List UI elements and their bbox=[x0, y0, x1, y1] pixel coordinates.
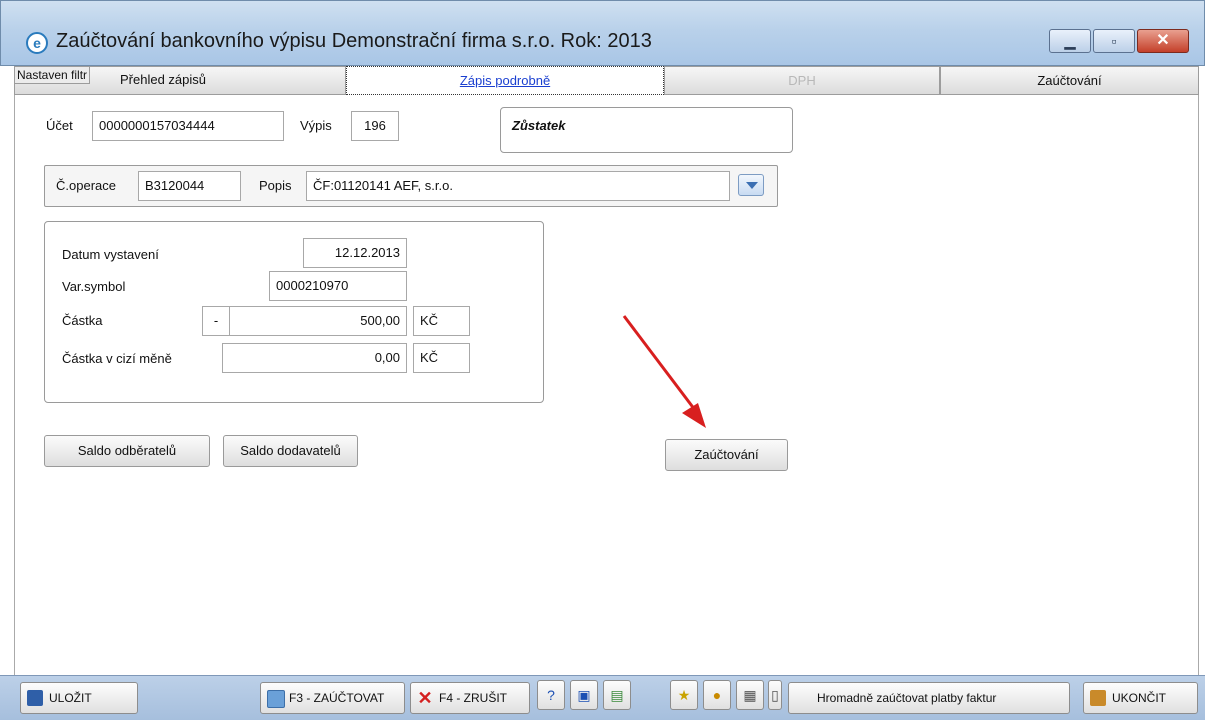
close-button[interactable]: ✕ bbox=[1137, 29, 1189, 53]
cancel-x-icon: ✕ bbox=[417, 688, 433, 708]
arrow-shaft bbox=[622, 315, 700, 415]
vypis-field[interactable]: 196 bbox=[351, 111, 399, 141]
zauctovani-button[interactable]: Zaúčtování bbox=[665, 439, 788, 471]
hromadne-label: Hromadně zaúčtovat platby faktur bbox=[817, 691, 997, 705]
castka-cizi-label: Částka v cizí měně bbox=[62, 351, 172, 366]
datum-field[interactable]: 12.12.2013 bbox=[303, 238, 407, 268]
castka-currency-field[interactable]: KČ bbox=[413, 306, 470, 336]
edit-icon bbox=[267, 690, 285, 708]
ulozit-label: ULOŽIT bbox=[49, 691, 92, 705]
saldo-odberatelu-button[interactable]: Saldo odběratelů bbox=[44, 435, 210, 467]
vypis-label: Výpis bbox=[300, 118, 332, 133]
castka-cizi-currency-field[interactable]: KČ bbox=[413, 343, 470, 373]
chevron-down-icon bbox=[746, 182, 758, 189]
tab-prehled-zapisu-label: Přehled zápisů bbox=[120, 72, 206, 87]
spreadsheet-icon[interactable]: ▤ bbox=[603, 680, 631, 710]
id-card-icon[interactable]: ▣ bbox=[570, 680, 598, 710]
tab-zapis-podrobne[interactable]: Zápis podrobně bbox=[346, 66, 664, 95]
zustatek-label: Zůstatek bbox=[512, 118, 566, 133]
save-icon bbox=[27, 690, 43, 706]
castka-sign-field[interactable]: - bbox=[202, 306, 230, 336]
castka-cizi-field[interactable]: 0,00 bbox=[222, 343, 407, 373]
ucet-label: Účet bbox=[46, 118, 73, 133]
minimize-button[interactable]: ▁ bbox=[1049, 29, 1091, 53]
popis-field[interactable]: ČF:01120141 AEF, s.r.o. bbox=[306, 171, 730, 201]
help-icon[interactable]: ? bbox=[537, 680, 565, 710]
tab-zauctovani[interactable]: Zaúčtování bbox=[940, 66, 1199, 95]
popis-dropdown-button[interactable] bbox=[738, 174, 764, 196]
maximize-icon: ▫ bbox=[1111, 33, 1117, 49]
ukoncit-button[interactable]: UKONČIT bbox=[1083, 682, 1198, 714]
datum-label: Datum vystavení bbox=[62, 247, 159, 262]
f4-label: F4 - ZRUŠIT bbox=[439, 691, 507, 705]
coperace-label: Č.operace bbox=[56, 178, 116, 193]
maximize-button[interactable]: ▫ bbox=[1093, 29, 1135, 53]
calendar-icon[interactable]: ▯ bbox=[768, 680, 782, 710]
filter-status-tag: Nastaven filtr bbox=[14, 66, 91, 84]
f3-label: F3 - ZAÚČTOVAT bbox=[289, 691, 385, 705]
castka-field[interactable]: 500,00 bbox=[229, 306, 407, 336]
close-icon: ✕ bbox=[1156, 32, 1170, 49]
ulozit-button[interactable]: ULOŽIT bbox=[20, 682, 138, 714]
varsymbol-field[interactable]: 0000210970 bbox=[269, 271, 407, 301]
app-icon: e bbox=[26, 32, 48, 54]
window-title: Zaúčtování bankovního výpisu Demonstračn… bbox=[56, 30, 652, 52]
money-bag-icon[interactable]: ● bbox=[703, 680, 731, 710]
coperace-field[interactable]: B3120044 bbox=[138, 171, 241, 201]
castka-label: Částka bbox=[62, 313, 103, 328]
ukoncit-label: UKONČIT bbox=[1112, 691, 1166, 705]
varsymbol-label: Var.symbol bbox=[62, 279, 126, 294]
hromadne-zauctovat-button[interactable]: Hromadně zaúčtovat platby faktur bbox=[788, 682, 1070, 714]
star-icon[interactable]: ★ bbox=[670, 680, 698, 710]
tab-dph: DPH bbox=[664, 66, 940, 95]
popis-label: Popis bbox=[259, 178, 292, 193]
minimize-icon: ▁ bbox=[1064, 33, 1076, 49]
saldo-dodavatelu-button[interactable]: Saldo dodavatelů bbox=[223, 435, 358, 467]
calculator-icon[interactable]: ▦ bbox=[736, 680, 764, 710]
arrow-head bbox=[682, 403, 706, 428]
red-arrow-annotation bbox=[622, 315, 706, 428]
f3-zauctovat-button[interactable]: F3 - ZAÚČTOVAT bbox=[260, 682, 405, 714]
f4-zrusit-button[interactable]: ✕ F4 - ZRUŠIT bbox=[410, 682, 530, 714]
ucet-field[interactable]: 0000000157034444 bbox=[92, 111, 284, 141]
exit-door-icon bbox=[1090, 690, 1106, 706]
